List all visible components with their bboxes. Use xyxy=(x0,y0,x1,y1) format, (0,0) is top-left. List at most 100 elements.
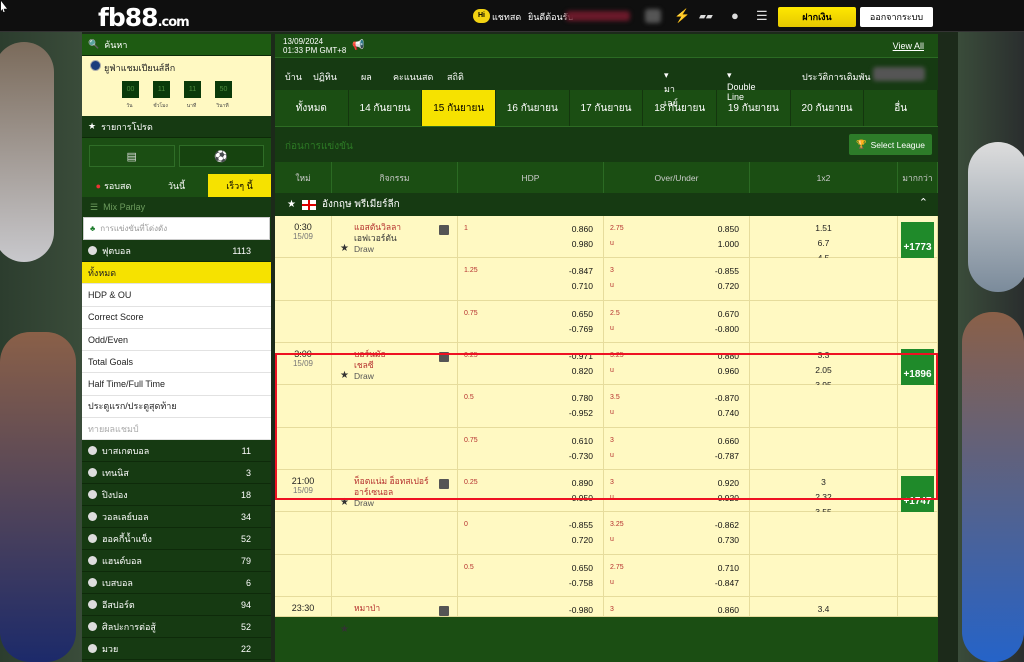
odds-1x2[interactable]: 1.51 xyxy=(750,221,897,236)
ou-odds-over[interactable]: -0.862 xyxy=(715,520,739,530)
ou-odds-under[interactable]: 0.720 xyxy=(718,281,739,291)
stats-icon[interactable] xyxy=(439,479,449,489)
stats-icon[interactable] xyxy=(439,352,449,362)
tab-upcoming[interactable]: เร็วๆ นี้ xyxy=(208,174,271,197)
ou-odds-under[interactable]: 0.740 xyxy=(718,408,739,418)
market-hdp-ou[interactable]: HDP & OU xyxy=(82,284,271,307)
market-outright[interactable]: ทายผลแชมป์ xyxy=(82,418,271,441)
bet-history-link[interactable]: ประวัติการเดิมพัน xyxy=(802,70,871,84)
ou-odds-under[interactable]: 0.960 xyxy=(718,366,739,376)
tab-date[interactable]: 16 กันยายน xyxy=(496,90,570,126)
stats-icon[interactable] xyxy=(439,606,449,616)
league-header[interactable]: ★ อังกฤษ พรีเมียร์ลีก ⌃ xyxy=(275,193,938,216)
hdp-odds-away[interactable]: -0.952 xyxy=(569,408,593,418)
stats-icon[interactable] xyxy=(439,225,449,235)
ou-odds-under[interactable]: 1.000 xyxy=(718,239,739,249)
hdp-odds-away[interactable]: -0.758 xyxy=(569,578,593,588)
menu-calendar[interactable]: ปฏิทิน xyxy=(313,70,337,84)
hdp-odds-away[interactable]: -0.730 xyxy=(569,451,593,461)
odds-1x2[interactable]: 3.3 xyxy=(750,348,897,363)
profile-icon[interactable]: ● xyxy=(731,8,739,23)
logo[interactable]: fb88.com xyxy=(98,3,190,32)
live-chat-link[interactable]: แชทสด xyxy=(492,10,521,24)
favorites-header[interactable]: ★ รายการโปรด xyxy=(82,116,271,138)
menu-home[interactable]: บ้าน xyxy=(285,70,302,84)
tab-date[interactable]: 20 กันยายน xyxy=(791,90,865,126)
hdp-odds-home[interactable]: 0.890 xyxy=(572,478,593,488)
star-icon[interactable]: ★ xyxy=(340,624,349,635)
star-icon[interactable]: ★ xyxy=(340,497,349,508)
mix-parlay[interactable]: ☰ Mix Parlay xyxy=(82,197,271,217)
chat-icon[interactable]: Hi xyxy=(473,9,490,23)
hdp-odds-home[interactable]: 0.650 xyxy=(572,563,593,573)
tab-date[interactable]: 17 กันยายน xyxy=(570,90,644,126)
tab-date[interactable]: 15 กันยายน xyxy=(422,90,497,126)
hdp-odds-home[interactable]: -0.855 xyxy=(569,520,593,530)
sport-item[interactable]: มวย 22 xyxy=(82,638,271,661)
hdp-odds-home[interactable]: -0.980 xyxy=(569,605,593,615)
announcement-icon[interactable]: 📢 xyxy=(352,40,364,51)
hdp-odds-home[interactable]: -0.971 xyxy=(569,351,593,361)
market-correct-score[interactable]: Correct Score xyxy=(82,306,271,329)
select-league-button[interactable]: 🏆 Select League xyxy=(849,134,932,155)
market-total-goals[interactable]: Total Goals xyxy=(82,351,271,374)
deposit-button[interactable]: ฝากเงิน xyxy=(778,7,856,27)
hdp-odds-away[interactable]: 0.980 xyxy=(572,239,593,249)
ou-odds-under[interactable]: 0.920 xyxy=(718,493,739,503)
list-icon[interactable]: ☰ xyxy=(756,8,768,24)
ou-odds-under[interactable]: -0.800 xyxy=(715,324,739,334)
chevron-up-icon[interactable]: ⌃ xyxy=(919,196,928,209)
tab-date[interactable]: ทั้งหมด xyxy=(275,90,349,126)
hdp-odds-home[interactable]: 0.860 xyxy=(572,224,593,234)
odds-1x2[interactable]: 2.32 xyxy=(750,490,897,505)
menu-stats[interactable]: สถิติ xyxy=(447,70,464,84)
tab-live[interactable]: ● รอบสด xyxy=(82,174,145,197)
hdp-odds-away[interactable]: 0.720 xyxy=(572,535,593,545)
search-header[interactable]: 🔍 ค้นหา xyxy=(82,34,271,56)
menu-results[interactable]: ผล xyxy=(361,70,372,84)
ou-odds-over[interactable]: 0.880 xyxy=(718,351,739,361)
hdp-odds-home[interactable]: 0.610 xyxy=(572,436,593,446)
list-view-icon[interactable]: ▤ xyxy=(89,145,175,167)
sport-item[interactable]: ศิลปะการต่อสู้ 52 xyxy=(82,616,271,639)
hdp-odds-away[interactable]: 0.710 xyxy=(572,281,593,291)
ou-odds-over[interactable]: 0.920 xyxy=(718,478,739,488)
odds-type-select[interactable]: Double Line ▾ xyxy=(727,70,756,102)
sport-item[interactable]: เทนนิส 3 xyxy=(82,462,271,485)
sport-item[interactable]: เบสบอล 6 xyxy=(82,572,271,595)
ou-odds-under[interactable]: -0.787 xyxy=(715,451,739,461)
menu-live-score[interactable]: คะแนนสด xyxy=(393,70,433,84)
sport-item[interactable]: แฮนด์บอล 79 xyxy=(82,550,271,573)
hdp-odds-home[interactable]: 0.780 xyxy=(572,393,593,403)
ou-odds-under[interactable]: -0.847 xyxy=(715,578,739,588)
featured-league[interactable]: ยูฟ่าแชมเปียนส์ลีก 00 11 11 50 วัน ชั่วโ… xyxy=(82,56,271,116)
hdp-odds-home[interactable]: 0.650 xyxy=(572,309,593,319)
ou-odds-over[interactable]: 0.860 xyxy=(718,605,739,615)
ou-odds-over[interactable]: 0.710 xyxy=(718,563,739,573)
tab-date[interactable]: 18 กันยายน xyxy=(643,90,718,126)
market-ht-ft[interactable]: Half Time/Full Time xyxy=(82,373,271,396)
sport-item[interactable]: วอลเลย์บอล 34 xyxy=(82,506,271,529)
ou-odds-over[interactable]: 0.670 xyxy=(718,309,739,319)
market-all[interactable]: ทั้งหมด xyxy=(82,262,271,285)
hdp-odds-away[interactable]: 0.820 xyxy=(572,366,593,376)
tab-date[interactable]: อื่น xyxy=(864,90,939,126)
odds-1x2[interactable]: 3.4 xyxy=(750,602,897,617)
language-select[interactable]: มาเลย์ ▾ xyxy=(664,70,678,108)
odds-1x2[interactable]: 6.7 xyxy=(750,236,897,251)
hdp-odds-away[interactable]: -0.769 xyxy=(569,324,593,334)
logout-button[interactable]: ออกจากระบบ xyxy=(860,7,933,27)
ou-odds-over[interactable]: 0.850 xyxy=(718,224,739,234)
star-icon[interactable]: ★ xyxy=(340,243,349,254)
view-all-link[interactable]: View All xyxy=(893,41,924,51)
sport-football[interactable]: ฟุตบอล 1113 xyxy=(82,240,271,262)
ou-odds-over[interactable]: -0.855 xyxy=(715,266,739,276)
sports-icon[interactable]: ▰▰ xyxy=(699,11,713,22)
market-first-last-goal[interactable]: ประตูแรก/ประตูสุดท้าย xyxy=(82,395,271,419)
odds-1x2[interactable]: 2.05 xyxy=(750,363,897,378)
ball-view-icon[interactable]: ⚽ xyxy=(178,145,264,167)
sport-item[interactable]: ฮอคกี้น้ำแข็ง 52 xyxy=(82,528,271,551)
ou-odds-over[interactable]: 0.660 xyxy=(718,436,739,446)
ou-odds-under[interactable]: 0.730 xyxy=(718,535,739,545)
hdp-odds-home[interactable]: -0.847 xyxy=(569,266,593,276)
